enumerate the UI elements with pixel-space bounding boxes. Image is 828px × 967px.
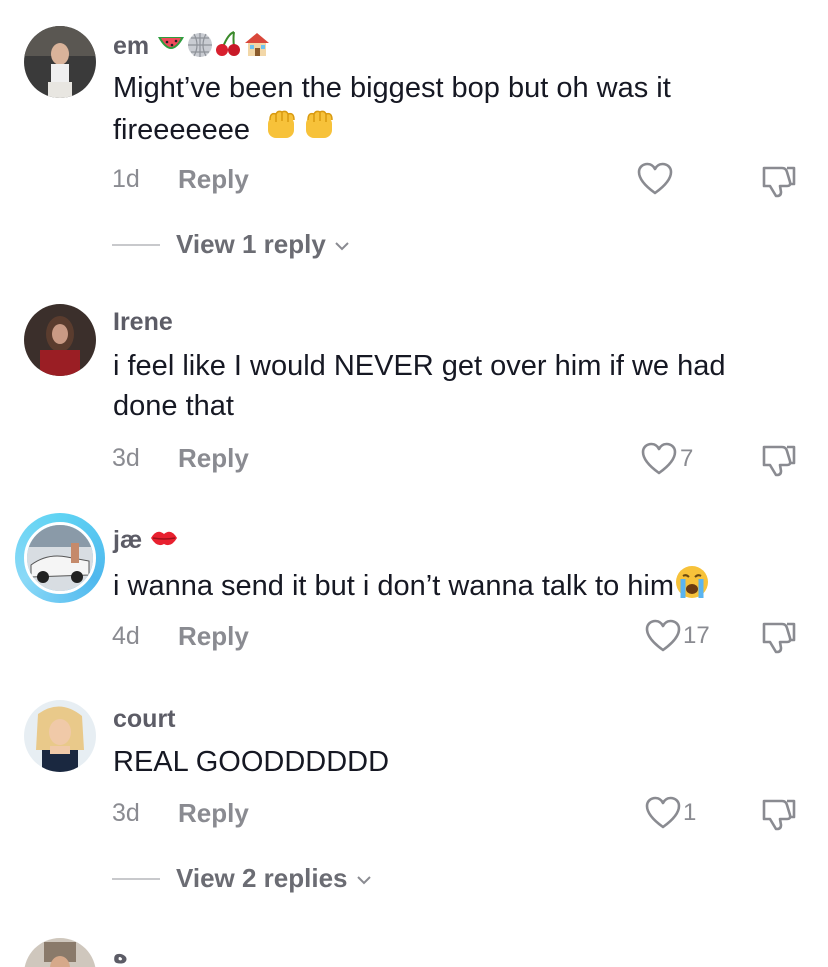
reply-button[interactable]: Reply (178, 621, 249, 652)
comment-age: 4d (112, 622, 140, 650)
comment-item: Irene i feel like I would NEVER get over… (0, 280, 828, 500)
comment-age: 1d (112, 165, 140, 193)
cherries-icon (214, 30, 242, 65)
raised-fist-icon (264, 108, 298, 155)
comment-item: jæ i wanna send it but i don’t wanna tal… (0, 500, 828, 690)
dislike-icon[interactable] (760, 797, 798, 836)
chevron-down-icon (357, 876, 371, 885)
avatar[interactable] (24, 522, 96, 594)
like-heart-icon[interactable] (641, 442, 677, 481)
loudly-crying-face-icon (674, 564, 710, 611)
comment-username[interactable]: court (113, 705, 176, 734)
view-replies-button[interactable]: View 1 reply (176, 229, 351, 260)
like-heart-icon[interactable] (645, 796, 681, 835)
dislike-icon[interactable] (760, 620, 798, 659)
view-replies-divider (112, 244, 160, 246)
comment-text: i wanna send it but i don’t wanna talk t… (113, 564, 793, 611)
house-icon (242, 30, 272, 65)
like-count: 1 (683, 799, 697, 826)
story-ring[interactable] (15, 513, 105, 603)
dislike-icon[interactable] (760, 164, 798, 203)
watermelon-icon (156, 31, 186, 64)
raised-fist-icon (302, 108, 336, 155)
avatar[interactable] (24, 700, 96, 772)
view-replies-divider (112, 878, 160, 880)
like-heart-icon[interactable] (637, 162, 673, 201)
comment-username[interactable]: Irene (113, 308, 173, 337)
kiss-mark-icon (149, 526, 179, 557)
avatar[interactable] (24, 938, 96, 967)
comment-item: ه (0, 920, 828, 967)
comment-age: 3d (112, 799, 140, 827)
like-heart-icon[interactable] (645, 619, 681, 658)
chevron-down-icon (335, 242, 349, 251)
comment-username[interactable]: em (113, 30, 272, 65)
comment-age: 3d (112, 444, 140, 472)
disco-ball-icon (186, 30, 214, 65)
reply-button[interactable]: Reply (178, 443, 249, 474)
comment-username[interactable]: ه (113, 940, 128, 967)
dislike-icon[interactable] (760, 443, 798, 482)
like-count: 17 (683, 622, 710, 649)
view-replies-button[interactable]: View 2 replies (176, 863, 373, 894)
comment-username[interactable]: jæ (113, 526, 179, 557)
comment-text: REAL GOODDDDDD (113, 746, 390, 778)
comment-item: em Might’ve been the biggest bop but oh … (0, 0, 828, 280)
reply-button[interactable]: Reply (178, 798, 249, 829)
comment-text: i feel like I would NEVER get over him i… (113, 350, 726, 422)
comment-text: Might’ve been the biggest bop but oh was… (113, 68, 793, 155)
avatar[interactable] (24, 26, 96, 98)
like-count: 7 (680, 445, 694, 472)
reply-button[interactable]: Reply (178, 164, 249, 195)
avatar[interactable] (24, 304, 96, 376)
comment-item: court REAL GOODDDDDD 3d Reply 1 View 2 r… (0, 690, 828, 920)
